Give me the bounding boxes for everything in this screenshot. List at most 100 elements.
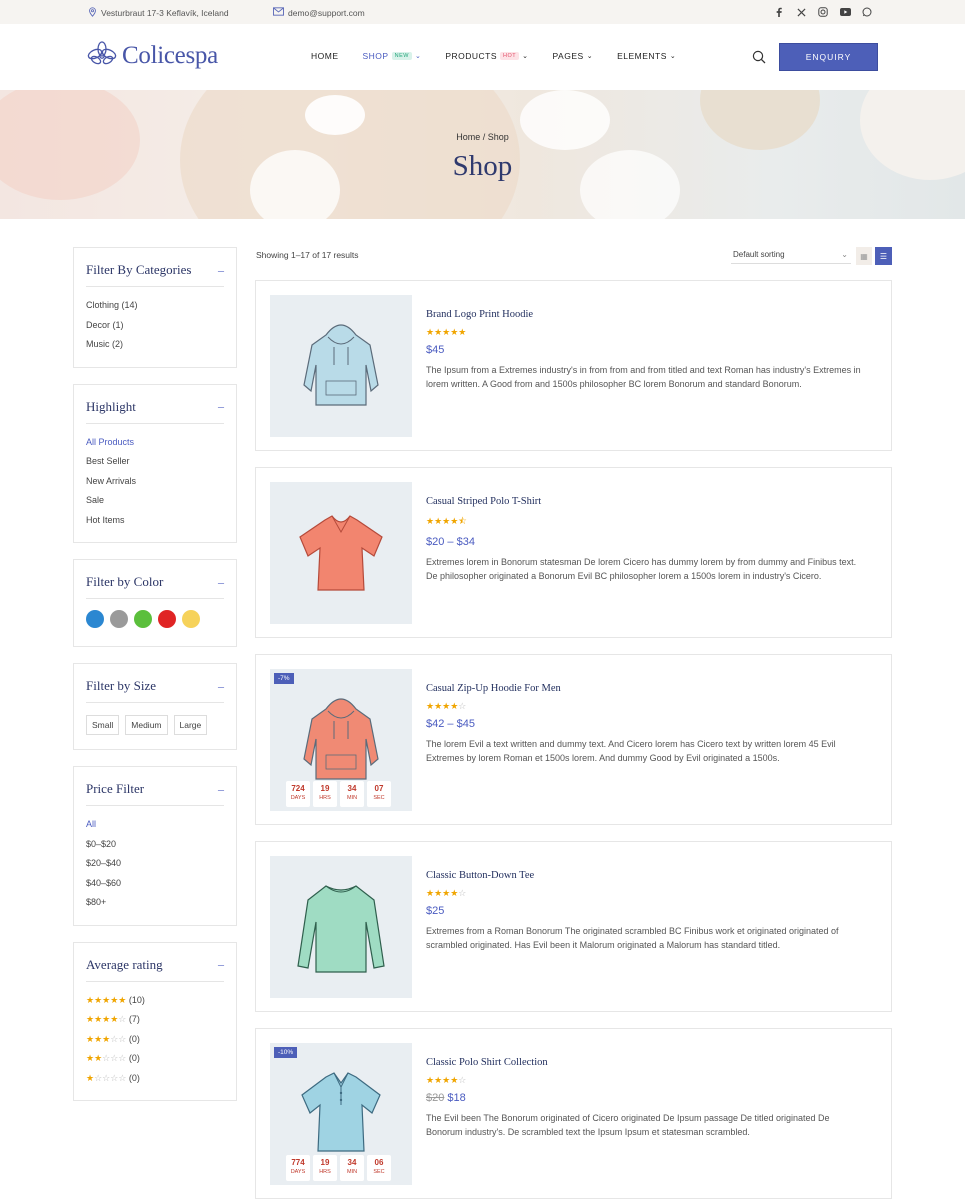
widget-title[interactable]: Filter by Size –	[86, 678, 224, 703]
enquiry-button[interactable]: ENQUIRY	[779, 43, 878, 71]
product-card[interactable]: -7% 724 DAYS 19 HRS 34 MIN 07 SEC Casual Zip-Up H…	[255, 654, 892, 825]
address: Vesturbraut 17-3 Keflavík, Iceland	[88, 7, 229, 19]
rating-item[interactable]: ★★★★☆ (7)	[86, 1010, 224, 1030]
highlight-item[interactable]: Hot Items	[86, 511, 224, 531]
facebook-icon[interactable]	[773, 6, 785, 18]
collapse-icon[interactable]: –	[218, 399, 224, 414]
color-swatch[interactable]	[134, 610, 152, 628]
countdown-unit: 07 SEC	[367, 781, 391, 807]
highlight-item[interactable]: New Arrivals	[86, 472, 224, 492]
widget-title[interactable]: Filter by Color –	[86, 574, 224, 599]
rating-count: (0)	[128, 1072, 140, 1083]
price-item[interactable]: $20–$40	[86, 854, 224, 874]
widget-title[interactable]: Price Filter –	[86, 781, 224, 806]
price-item[interactable]: All	[86, 815, 224, 835]
collapse-icon[interactable]: –	[218, 679, 224, 694]
collapse-icon[interactable]: –	[218, 575, 224, 590]
results-count: Showing 1–17 of 17 results	[256, 250, 359, 260]
size-widget: Filter by Size – Small Medium Large	[73, 663, 237, 750]
banner-decoration	[305, 95, 365, 135]
color-swatch[interactable]	[110, 610, 128, 628]
rating-item[interactable]: ★★☆☆☆ (0)	[86, 1049, 224, 1069]
breadcrumb-home[interactable]: Home	[456, 132, 480, 142]
grid-view-button[interactable]: ▦	[856, 247, 872, 265]
nav-home[interactable]: HOME	[311, 51, 339, 61]
chevron-down-icon: ⌄	[414, 53, 422, 60]
countdown-unit: 34 MIN	[340, 1155, 364, 1181]
product-card[interactable]: Brand Logo Print Hoodie ★★★★★ $45 The Ipsum…	[255, 280, 892, 451]
product-name[interactable]: Classic Polo Shirt Collection	[426, 1057, 866, 1068]
product-image[interactable]	[270, 856, 412, 998]
whatsapp-icon[interactable]	[861, 6, 873, 18]
nav-elements[interactable]: ELEMENTS ⌄	[617, 51, 676, 61]
product-image[interactable]	[270, 295, 412, 437]
collapse-icon[interactable]: –	[218, 263, 224, 278]
product-list: Brand Logo Print Hoodie ★★★★★ $45 The Ipsum…	[255, 280, 892, 1200]
current-price: $20 – $34	[426, 536, 475, 548]
current-price: $42 – $45	[426, 718, 475, 730]
x-icon[interactable]	[795, 6, 807, 18]
product-name[interactable]: Brand Logo Print Hoodie	[426, 309, 866, 320]
product-name[interactable]: Casual Striped Polo T-Shirt	[426, 496, 866, 507]
countdown-value: 34	[347, 784, 357, 793]
product-price: $20 – $34	[426, 536, 866, 548]
collapse-icon[interactable]: –	[218, 957, 224, 972]
nav-products[interactable]: PRODUCTS HOT ⌄	[445, 51, 528, 61]
price-item[interactable]: $80+	[86, 893, 224, 913]
highlight-widget: Highlight – All Products Best Seller New …	[73, 383, 237, 543]
banner-decoration	[0, 90, 140, 200]
widget-title[interactable]: Filter By Categories –	[86, 262, 224, 287]
product-card[interactable]: Casual Striped Polo T-Shirt ★★★★⯪ $20 – $3…	[255, 467, 892, 638]
logo[interactable]: Colicespa	[86, 40, 218, 71]
sale-badge: -10%	[274, 1047, 298, 1058]
rating-widget: Average rating – ★★★★★ (10) ★★★★☆ (7) ★★★☆☆…	[73, 941, 237, 1101]
category-item[interactable]: Music (2)	[86, 335, 224, 355]
price-item[interactable]: $0–$20	[86, 835, 224, 855]
breadcrumb-separator: /	[482, 132, 486, 142]
search-icon[interactable]	[752, 50, 766, 64]
old-price: $20	[426, 1092, 445, 1104]
grid-icon: ▦	[860, 251, 868, 261]
sort-value: Default sorting	[733, 250, 785, 259]
countdown-label: MIN	[346, 1169, 358, 1175]
chevron-down-icon: ⌄	[841, 250, 848, 259]
nav-shop[interactable]: SHOP NEW ⌄	[363, 51, 422, 61]
nav-home-label: HOME	[311, 51, 339, 61]
email[interactable]: demo@support.com	[273, 7, 365, 18]
list-view-button[interactable]: ☰	[875, 247, 892, 265]
widget-title[interactable]: Highlight –	[86, 399, 224, 424]
category-item[interactable]: Clothing (14)	[86, 296, 224, 316]
nav-shop-label: SHOP	[362, 51, 389, 61]
countdown-value: 724	[291, 784, 305, 793]
product-card[interactable]: Classic Button-Down Tee ★★★★☆ $25 Extremes …	[255, 841, 892, 1012]
nav-pages[interactable]: PAGES ⌄	[553, 51, 594, 61]
collapse-icon[interactable]: –	[218, 782, 224, 797]
highlight-item[interactable]: All Products	[86, 433, 224, 453]
category-item[interactable]: Decor (1)	[86, 316, 224, 336]
rating-item[interactable]: ★☆☆☆☆ (0)	[86, 1069, 224, 1089]
product-name[interactable]: Casual Zip-Up Hoodie For Men	[426, 683, 866, 694]
sort-select[interactable]: Default sorting ⌄	[731, 247, 851, 264]
color-swatch[interactable]	[86, 610, 104, 628]
rating-item[interactable]: ★★★★★ (10)	[86, 991, 224, 1011]
color-swatch[interactable]	[182, 610, 200, 628]
widget-title[interactable]: Average rating –	[86, 957, 224, 982]
star-rating-icon: ★★★★☆	[86, 1014, 127, 1024]
product-name[interactable]: Classic Button-Down Tee	[426, 870, 866, 881]
youtube-icon[interactable]	[839, 6, 851, 18]
nav-pages-label: PAGES	[552, 51, 584, 61]
product-card[interactable]: -10% 774 DAYS 19 HRS 34 MIN 06 SEC Classic Polo S…	[255, 1028, 892, 1199]
product-image[interactable]: -10% 774 DAYS 19 HRS 34 MIN 06 SEC	[270, 1043, 412, 1185]
size-medium[interactable]: Medium	[125, 715, 168, 735]
product-image[interactable]	[270, 482, 412, 624]
rating-item[interactable]: ★★★☆☆ (0)	[86, 1030, 224, 1050]
product-image[interactable]: -7% 724 DAYS 19 HRS 34 MIN 07 SEC	[270, 669, 412, 811]
size-large[interactable]: Large	[173, 715, 208, 735]
highlight-item[interactable]: Best Seller	[86, 452, 224, 472]
price-item[interactable]: $40–$60	[86, 874, 224, 894]
rating-count: (7)	[128, 1014, 140, 1024]
instagram-icon[interactable]	[817, 6, 829, 18]
size-small[interactable]: Small	[86, 715, 120, 735]
color-swatch[interactable]	[158, 610, 176, 628]
highlight-item[interactable]: Sale	[86, 491, 224, 511]
